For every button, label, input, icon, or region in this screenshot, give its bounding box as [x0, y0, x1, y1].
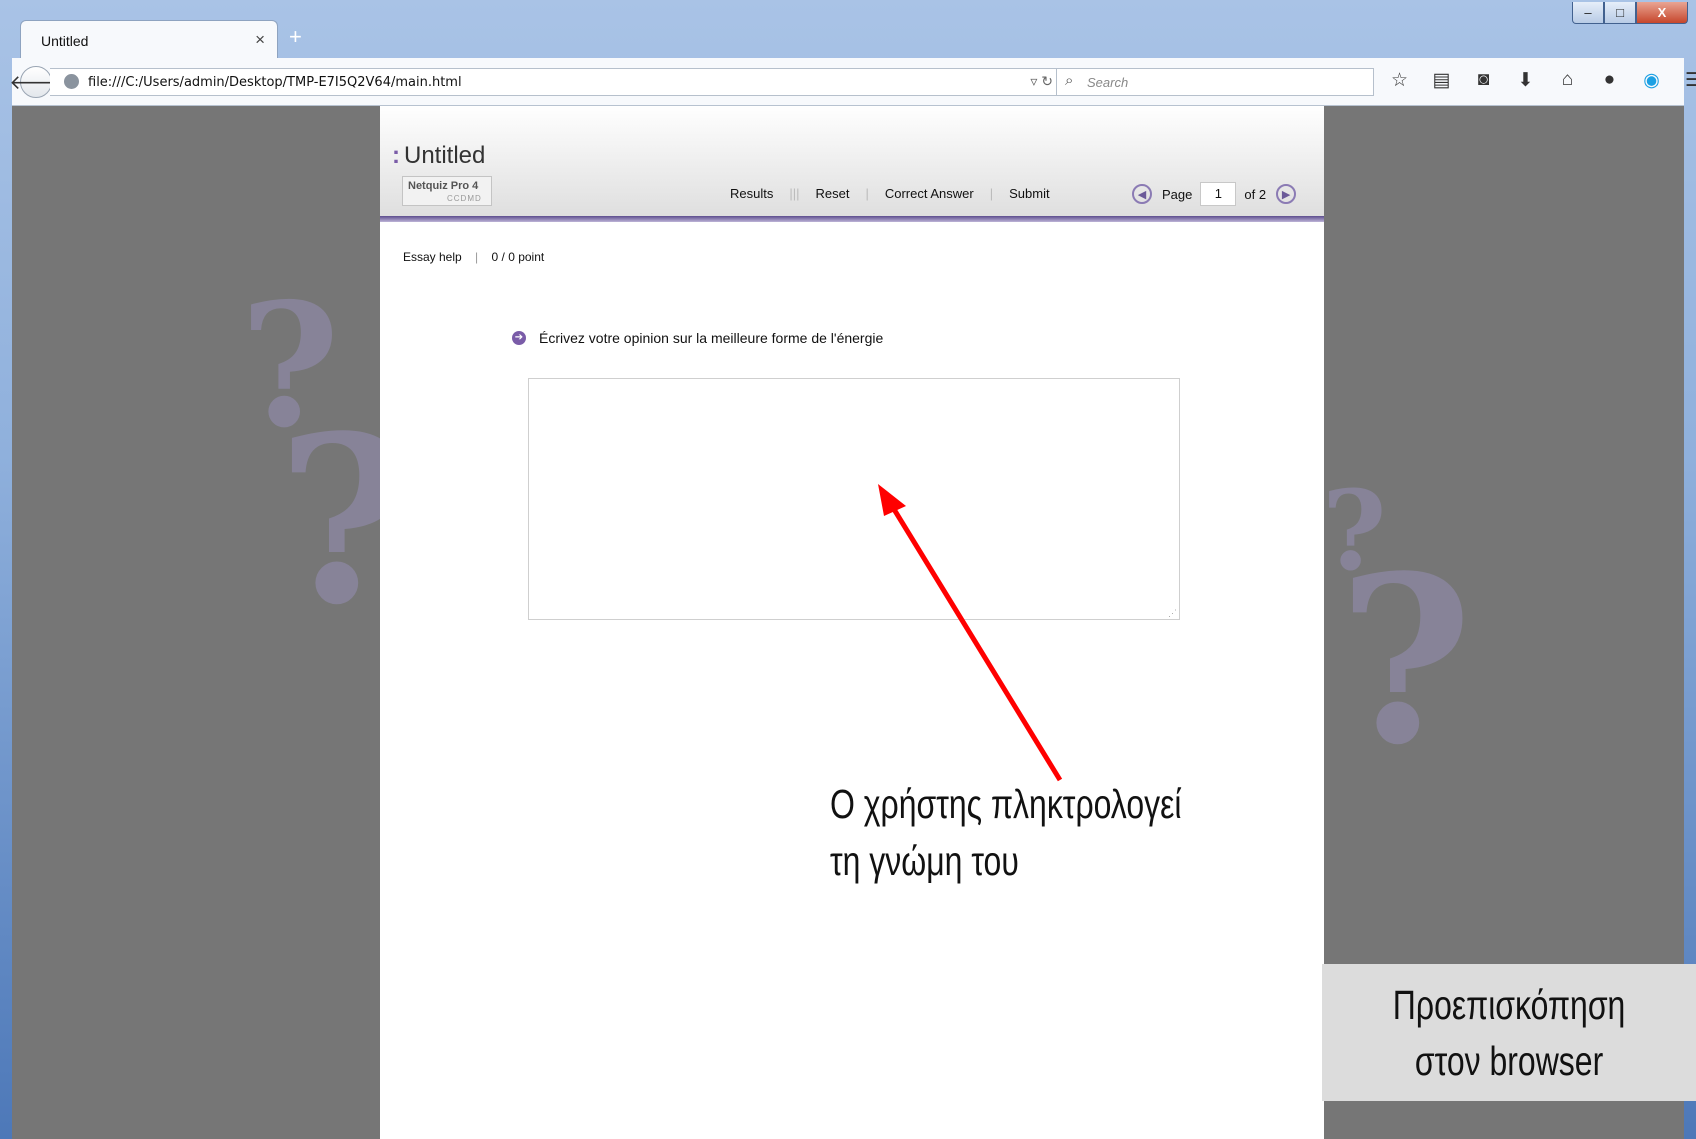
annotation-arrow-shaft — [889, 504, 1063, 782]
search-placeholder: Search — [1087, 75, 1129, 90]
maximize-button[interactable]: □ — [1604, 2, 1636, 24]
tab-title: Untitled — [41, 33, 89, 49]
title-bar: – □ X Untitled × + — [0, 0, 1696, 58]
toolbar-icons: ☆ ▤ ◙ ⬇ ⌂ ● ◉ ☰ — [1387, 69, 1696, 92]
close-window-button[interactable]: X — [1636, 2, 1688, 24]
back-button[interactable]: 🡐 — [9, 66, 63, 98]
window-controls: – □ X — [1572, 2, 1688, 24]
bookmark-star-icon[interactable]: ☆ — [1387, 69, 1412, 92]
download-icon[interactable]: ⬇ — [1513, 69, 1538, 92]
pocket-icon[interactable]: ◙ — [1471, 69, 1496, 92]
browser-window: – □ X Untitled × + 🡐 file:///C:/Users/ad… — [0, 0, 1696, 1139]
minimize-button[interactable]: – — [1572, 2, 1604, 24]
browser-tab[interactable]: Untitled × — [20, 20, 278, 58]
menu-hamburger-icon[interactable]: ☰ — [1681, 69, 1696, 92]
dropdown-history-icon[interactable]: ▿ — [1030, 73, 1037, 89]
address-bar[interactable]: file:///C:/Users/admin/Desktop/TMP-E7I5Q… — [50, 68, 1060, 96]
preview-label: Προεπισκόπηση στον browser — [1322, 964, 1696, 1101]
url-actions: ▿ ↻ — [1030, 73, 1053, 90]
search-icon: ⌕ — [1065, 72, 1074, 89]
new-tab-button[interactable]: + — [289, 26, 302, 48]
globe-icon — [64, 74, 79, 89]
reading-list-icon[interactable]: ▤ — [1429, 69, 1454, 92]
tab-close-icon[interactable]: × — [255, 30, 265, 50]
chat-icon[interactable]: ● — [1597, 69, 1622, 92]
annotation-arrow-head — [878, 484, 906, 516]
reload-icon[interactable]: ↻ — [1041, 73, 1053, 89]
home-icon[interactable]: ⌂ — [1555, 69, 1580, 92]
skype-icon[interactable]: ◉ — [1639, 69, 1664, 92]
navigation-toolbar: 🡐 file:///C:/Users/admin/Desktop/TMP-E7I… — [9, 58, 1696, 106]
url-text: file:///C:/Users/admin/Desktop/TMP-E7I5Q… — [88, 75, 462, 90]
annotation-text: Ο χρήστης πληκτρολογεί τη γνώμη του — [830, 781, 1182, 884]
search-bar[interactable]: ⌕ Search — [1056, 68, 1374, 96]
